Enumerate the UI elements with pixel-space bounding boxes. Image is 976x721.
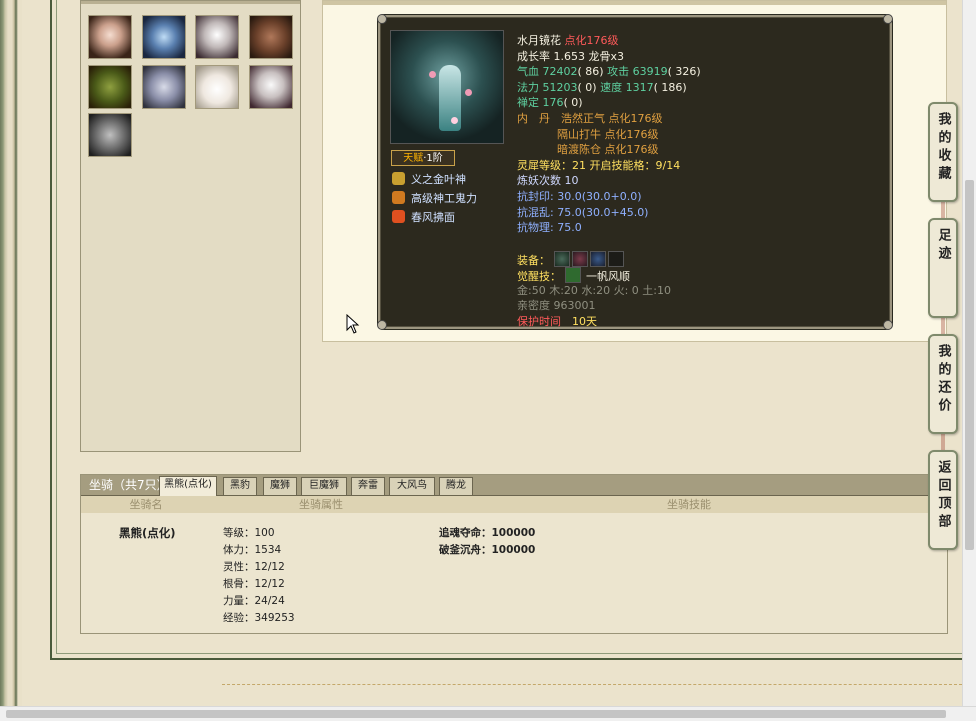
pet-thumb-8[interactable] bbox=[249, 65, 293, 109]
horizontal-scroll-thumb[interactable] bbox=[6, 710, 946, 718]
mount-row: 黑熊(点化) 等级：100 体力：1534 灵性：12/12 根骨：12/12 … bbox=[81, 513, 947, 633]
left-decor-rail bbox=[0, 0, 22, 706]
mount-tab-5[interactable]: 奔雷 bbox=[351, 477, 385, 495]
mount-tab-7[interactable]: 腾龙 bbox=[439, 477, 473, 495]
pet-thumb-7[interactable] bbox=[195, 65, 239, 109]
pet-skill-3[interactable]: 春风拂面 bbox=[392, 210, 455, 226]
mount-panel-title: 坐骑（共7只） bbox=[89, 478, 169, 492]
pet-thumb-3[interactable] bbox=[195, 15, 239, 59]
my-bargain-button[interactable]: 我的还价 bbox=[928, 334, 958, 434]
wind-skill-icon bbox=[392, 210, 405, 223]
pet-skill-2[interactable]: 高级神工鬼力 bbox=[392, 191, 477, 207]
mount-skills: 追魂夺命：100000 破釜沉舟：100000 bbox=[439, 527, 536, 556]
equip-slot-3[interactable] bbox=[589, 251, 606, 268]
mount-tab-1[interactable]: 黑熊(点化) bbox=[159, 476, 217, 496]
power-skill-icon bbox=[392, 191, 405, 204]
mount-tab-6[interactable]: 大风鸟 bbox=[389, 477, 435, 495]
mount-tab-2[interactable]: 黑豹 bbox=[223, 477, 257, 495]
leaf-skill-icon bbox=[392, 172, 405, 185]
awaken-skill-icon bbox=[564, 266, 581, 283]
mount-panel: 坐骑（共7只） 黑熊(点化) 黑豹 魔狮 巨魔狮 奔雷 大风鸟 腾龙 坐骑名 坐… bbox=[80, 474, 948, 634]
pet-skill-1[interactable]: 义之金叶神 bbox=[392, 172, 466, 188]
footprint-button[interactable]: 足迹 bbox=[928, 218, 958, 318]
mount-tab-3[interactable]: 魔狮 bbox=[263, 477, 297, 495]
pet-info-card: 天赋·1阶 义之金叶神 高级神工鬼力 春风拂面 水月镜花 点化176级 成长率 … bbox=[377, 14, 893, 330]
pet-thumb-6[interactable] bbox=[142, 65, 186, 109]
pet-thumb-1[interactable] bbox=[88, 15, 132, 59]
pet-portrait bbox=[390, 30, 504, 144]
equip-slot-1[interactable] bbox=[553, 251, 570, 268]
talent-badge: 天赋·1阶 bbox=[391, 150, 455, 166]
vertical-scroll-thumb[interactable] bbox=[965, 180, 974, 550]
dotted-divider bbox=[222, 684, 962, 685]
pet-stats: 水月镜花 点化176级 成长率 1.653 龙骨x3 气血 72402( 86)… bbox=[517, 34, 701, 328]
pet-list-panel bbox=[80, 0, 301, 452]
pet-thumb-9[interactable] bbox=[88, 113, 132, 157]
mount-table-header: 坐骑名 坐骑属性 坐骑技能 bbox=[81, 496, 947, 513]
equip-slot-2[interactable] bbox=[571, 251, 588, 268]
mount-tabbar: 坐骑（共7只） 黑熊(点化) 黑豹 魔狮 巨魔狮 奔雷 大风鸟 腾龙 bbox=[81, 475, 947, 496]
pet-thumb-2[interactable] bbox=[142, 15, 186, 59]
mount-name: 黑熊(点化) bbox=[119, 526, 176, 540]
mount-tab-4[interactable]: 巨魔狮 bbox=[301, 477, 347, 495]
equip-slot-4[interactable] bbox=[607, 251, 624, 268]
pet-thumb-4[interactable] bbox=[249, 15, 293, 59]
horizontal-scrollbar[interactable] bbox=[0, 706, 976, 721]
vertical-scrollbar[interactable] bbox=[962, 0, 976, 706]
pet-thumb-5[interactable] bbox=[88, 65, 132, 109]
my-favorites-button[interactable]: 我的收藏 bbox=[928, 102, 958, 202]
mouse-cursor-icon bbox=[346, 314, 360, 334]
mount-attrs: 等级：100 体力：1534 灵性：12/12 根骨：12/12 力量：24/2… bbox=[223, 527, 295, 624]
back-to-top-button[interactable]: 返回顶部 bbox=[928, 450, 958, 550]
